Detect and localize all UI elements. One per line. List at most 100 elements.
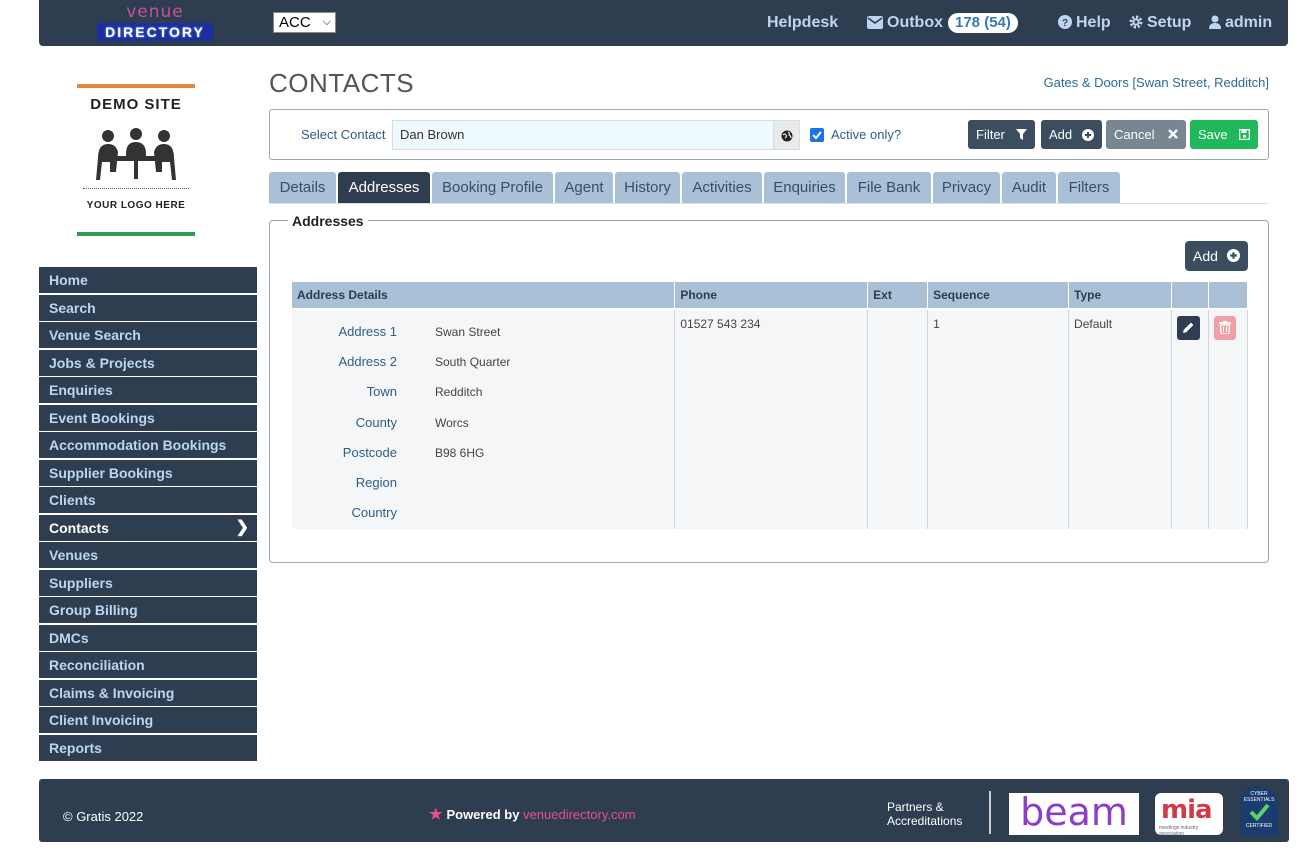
sidebar-item-group-billing[interactable]: Group Billing: [39, 597, 257, 623]
sidebar-item-venue-search[interactable]: Venue Search: [39, 322, 257, 348]
sidebar-item-contacts[interactable]: Contacts ❯: [39, 514, 257, 541]
sidebar-item-label: Reconciliation: [49, 657, 145, 673]
add-address-button[interactable]: Add: [1185, 241, 1248, 271]
ext-cell: [867, 309, 929, 529]
type-cell: Default: [1068, 309, 1172, 529]
filter-button-label: Filter: [976, 127, 1005, 142]
sidebar-item-label: Supplier Bookings: [49, 464, 173, 481]
address-field-label: County: [355, 414, 397, 430]
sidebar-item-label: Claims & Invoicing: [49, 684, 175, 701]
venue-directory-logo[interactable]: venue DIRECTORY: [97, 4, 213, 44]
active-only-checkbox[interactable]: [810, 128, 824, 142]
sidebar-item-dmcs[interactable]: DMCs: [39, 624, 257, 651]
sidebar-item-supplier-bookings[interactable]: Supplier Bookings: [39, 459, 257, 486]
outbox-label: Outbox: [887, 14, 943, 31]
mia-logo[interactable]: mia meetings industry association: [1155, 793, 1223, 837]
sidebar-item-enquiries[interactable]: Enquiries: [39, 377, 257, 403]
envelope-icon: [867, 16, 883, 29]
mia-logo-text: mia: [1161, 795, 1213, 825]
contact-tabs: Details Addresses Booking Profile Agent Hist…: [269, 172, 1269, 204]
edit-address-button[interactable]: [1176, 316, 1200, 340]
sidebar-item-home[interactable]: Home: [39, 267, 257, 293]
star-icon: ★: [429, 806, 443, 823]
copyright: © Gratis 2022: [63, 809, 144, 824]
column-header: Address Details: [292, 282, 676, 310]
add-contact-button[interactable]: Add: [1041, 120, 1102, 149]
table-header-row: Address Details Phone Ext Sequence Type: [292, 282, 1249, 310]
add-address-label: Add: [1193, 248, 1218, 264]
cyber-badge-bottom: CERTIFIED: [1245, 823, 1273, 829]
phone-cell: 01527 543 234: [674, 309, 869, 529]
mia-logo-subtext: meetings industry association: [1159, 825, 1199, 837]
setup-link[interactable]: Setup: [1129, 13, 1191, 33]
tab-addresses[interactable]: Addresses: [338, 172, 430, 203]
helpdesk-link[interactable]: Helpdesk: [767, 13, 838, 33]
help-label: Help: [1076, 14, 1111, 31]
delete-address-button[interactable]: [1213, 316, 1236, 340]
tab-activities[interactable]: Activities: [682, 172, 762, 203]
tab-audit[interactable]: Audit: [1002, 172, 1056, 203]
tab-booking-profile[interactable]: Booking Profile: [432, 172, 553, 203]
cancel-button[interactable]: Cancel: [1106, 120, 1186, 149]
cyber-essentials-badge[interactable]: CYBER ESSENTIALS CERTIFIED: [1240, 786, 1278, 836]
filter-button[interactable]: Filter: [968, 120, 1035, 149]
active-only-label: Active only?: [831, 127, 902, 142]
beam-logo[interactable]: beam: [1009, 793, 1139, 835]
sequence-cell: 1: [927, 309, 1070, 529]
select-contact-input[interactable]: Dan Brown: [392, 120, 774, 150]
checkmark-icon: [812, 131, 822, 140]
sidebar-item-search[interactable]: Search: [39, 294, 257, 321]
tab-filters[interactable]: Filters: [1058, 172, 1120, 203]
address-field-value: South Quarter: [435, 355, 511, 370]
tab-agent[interactable]: Agent: [555, 172, 613, 203]
edit-column-header: [1171, 282, 1209, 310]
breadcrumb[interactable]: Gates & Doors [Swan Street, Redditch]: [1044, 75, 1269, 90]
sidebar-item-claims-invoicing[interactable]: Claims & Invoicing: [39, 679, 257, 706]
sidebar-item-venues[interactable]: Venues: [39, 542, 257, 568]
tab-enquiries[interactable]: Enquiries: [764, 172, 845, 203]
outbox-link[interactable]: Outbox 178 (54): [867, 13, 1018, 33]
address-field-value: Worcs: [435, 415, 469, 430]
sidebar-item-label: Enquiries: [49, 382, 113, 398]
sidebar-item-label: Event Bookings: [49, 409, 155, 426]
sidebar-item-client-invoicing[interactable]: Client Invoicing: [39, 707, 257, 733]
close-icon: [1168, 129, 1178, 139]
plus-circle-icon: [1227, 249, 1240, 262]
tab-privacy[interactable]: Privacy: [933, 172, 1000, 203]
address-field-value: [397, 468, 537, 498]
tab-history[interactable]: History: [615, 172, 680, 203]
outbox-count-badge: 178 (54): [948, 13, 1018, 33]
sidebar-item-jobs-projects[interactable]: Jobs & Projects: [39, 349, 257, 376]
logo-divider: [83, 188, 189, 189]
contact-select-panel: Select Contact Dan Brown Active only? Fi…: [269, 109, 1269, 160]
sidebar-item-accommodation-bookings[interactable]: Accommodation Bookings: [39, 432, 257, 458]
delete-column-header: [1208, 282, 1249, 310]
sidebar-item-label: Accommodation Bookings: [49, 437, 227, 453]
address-field-label: Address 1: [338, 324, 397, 339]
sidebar-item-event-bookings[interactable]: Event Bookings: [39, 404, 257, 431]
meeting-people-icon: [96, 128, 176, 180]
sidebar-item-reconciliation[interactable]: Reconciliation: [39, 652, 257, 678]
partners-label: Partners & Accreditations: [887, 800, 962, 828]
sidebar-item-clients[interactable]: Clients: [39, 487, 257, 513]
help-link[interactable]: ? Help: [1058, 13, 1111, 33]
tab-details[interactable]: Details: [269, 172, 336, 203]
floppy-disk-icon: [1239, 129, 1250, 140]
powered-by[interactable]: ★ Powered by venuedirectory.com: [429, 805, 636, 823]
partners-line-2: Accreditations: [887, 814, 963, 828]
user-menu[interactable]: admin: [1209, 13, 1272, 33]
sidebar-item-reports[interactable]: Reports: [39, 734, 257, 761]
sidebar-item-label: Home: [49, 272, 88, 288]
save-button[interactable]: Save: [1190, 120, 1258, 149]
sidebar-item-label: Suppliers: [49, 574, 113, 591]
address-field-label: Country: [351, 505, 397, 521]
sidebar-item-suppliers[interactable]: Suppliers: [39, 569, 257, 596]
tab-file-bank[interactable]: File Bank: [847, 172, 931, 203]
logo-top-bar: [77, 84, 195, 88]
table-row[interactable]: Address 1 Swan Street Address 2 South Quart…: [292, 309, 1249, 529]
user-icon: [1209, 15, 1221, 29]
sidebar-item-label: Contacts: [49, 519, 109, 536]
globe-search-button[interactable]: [774, 120, 800, 150]
account-select[interactable]: ACC ⌵: [273, 12, 336, 33]
powered-by-label: Powered by: [446, 807, 520, 822]
